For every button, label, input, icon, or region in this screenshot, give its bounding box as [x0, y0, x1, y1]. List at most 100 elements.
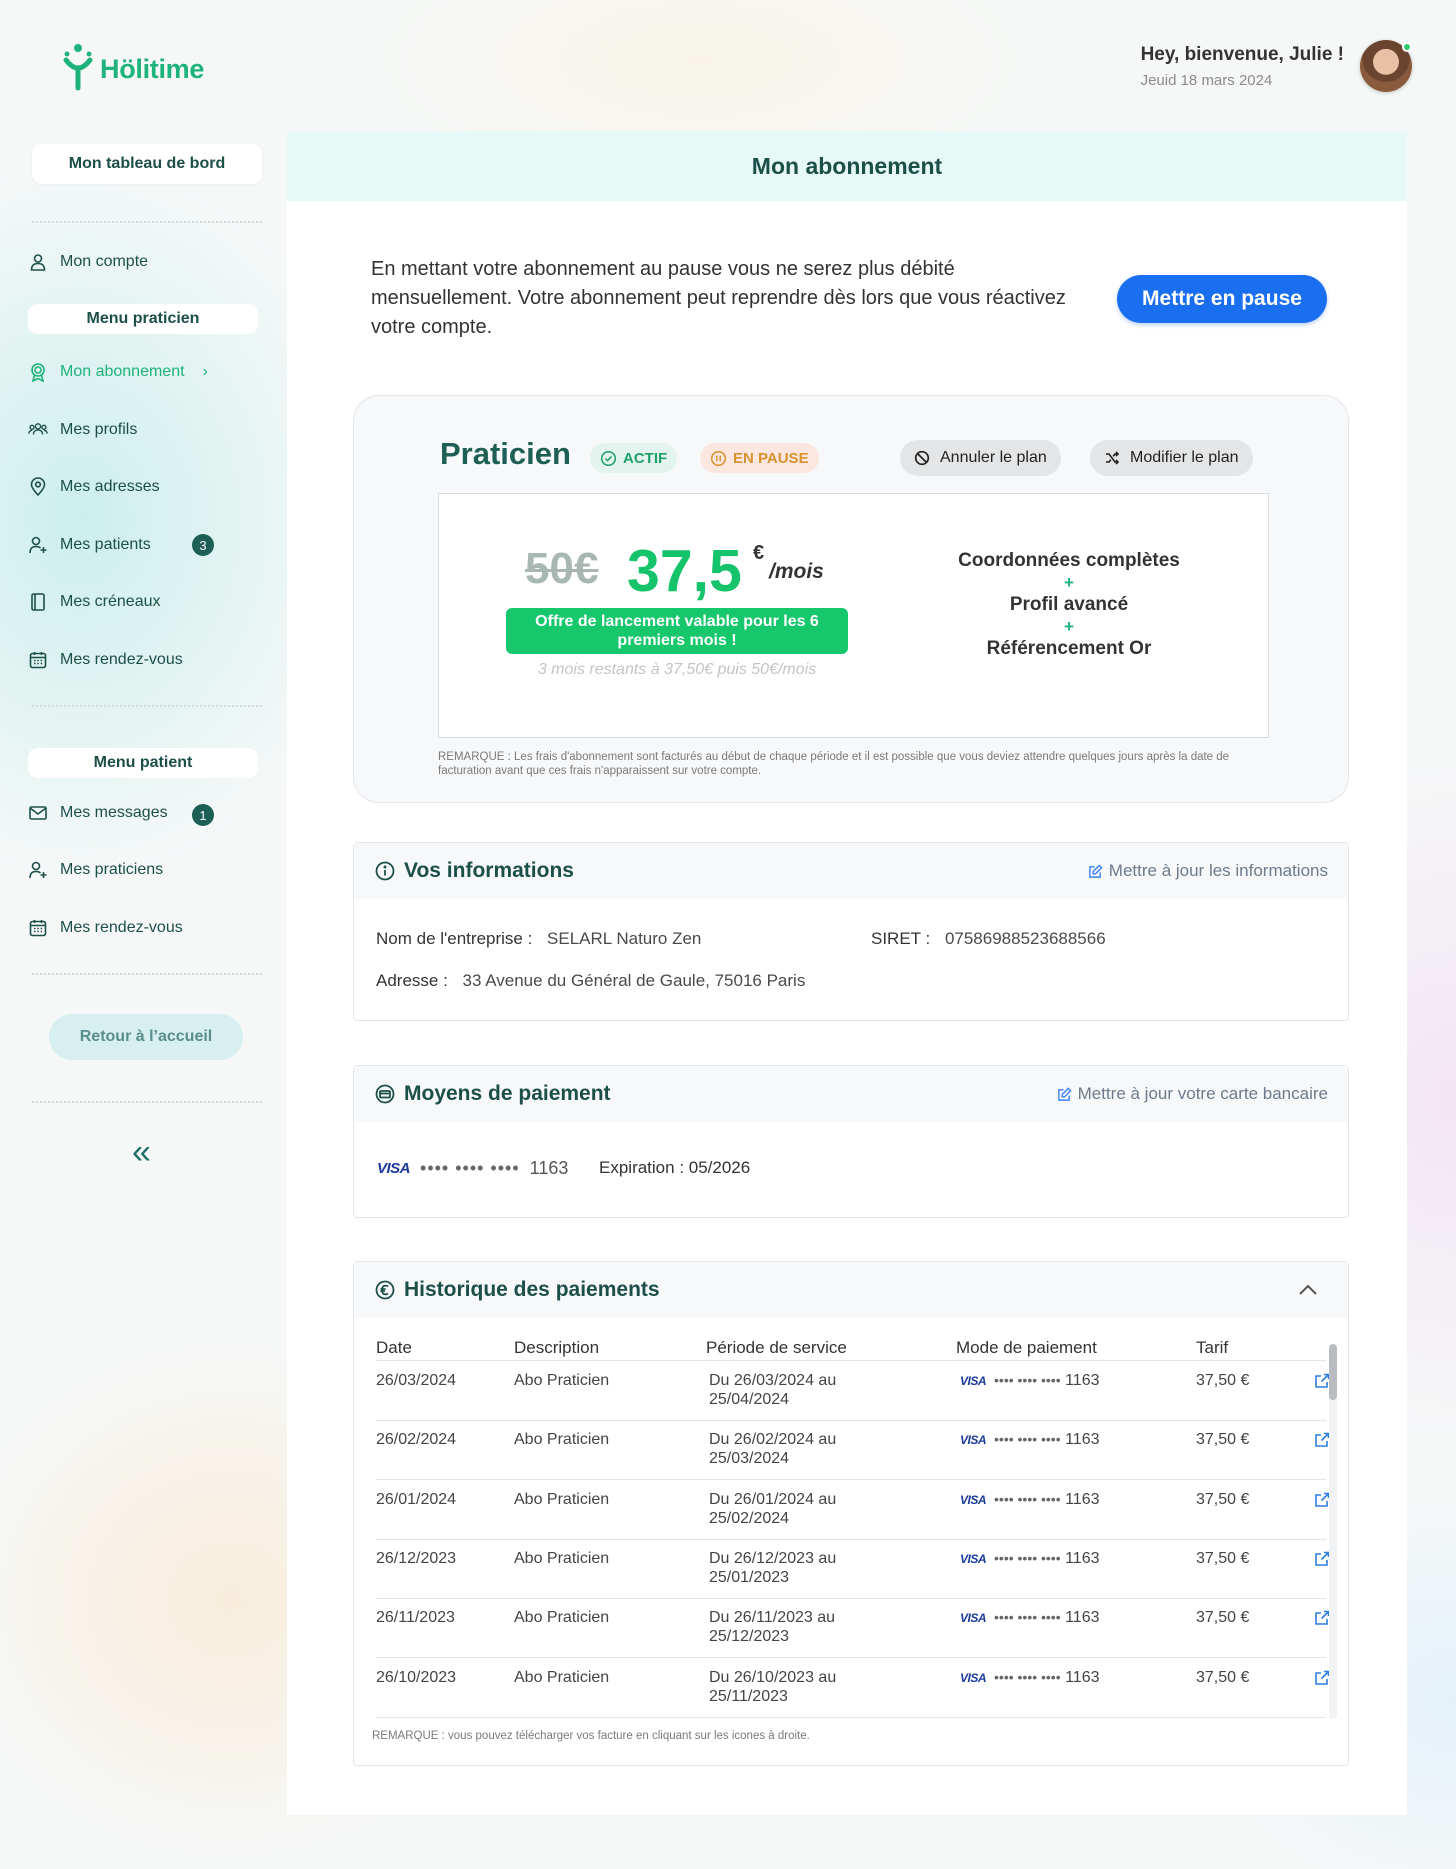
cell-period: Du 26/10/2023 au 25/11/2023 — [709, 1668, 837, 1705]
sidebar-item-profiles[interactable]: Mes profils — [28, 420, 248, 440]
current-date: Jeuid 18 mars 2024 — [1140, 71, 1273, 89]
address-row: Adresse : 33 Avenue du Général de Gaule,… — [376, 971, 805, 991]
back-home-button[interactable]: Retour à l’accueil — [49, 1014, 243, 1060]
cancel-plan-button[interactable]: Annuler le plan — [900, 440, 1061, 476]
saved-card: VISA •••• •••• •••• 1163 — [377, 1158, 568, 1179]
status-badge-active: ACTIF — [590, 443, 678, 473]
award-icon — [31, 363, 45, 382]
siret-row: SIRET : 07586988523688566 — [871, 929, 1106, 949]
calendar-icon — [29, 920, 47, 937]
sidebar-item-practitioners[interactable]: Mes praticiens — [28, 860, 248, 880]
scrollbar-track[interactable] — [1329, 1344, 1337, 1719]
column-header: Description — [514, 1338, 600, 1357]
plus-sign: + — [1064, 617, 1074, 636]
row-divider — [376, 1479, 1326, 1481]
row-divider — [376, 1657, 1326, 1659]
update-info-link[interactable]: Mettre à jour les informations — [1088, 861, 1328, 881]
cell-price: 37,50 € — [1196, 1609, 1250, 1627]
company-value: SELARL Naturo Zen — [547, 929, 702, 948]
column-header: Mode de paiement — [956, 1338, 1097, 1357]
card-expiration: Expiration : 05/2026 — [599, 1158, 751, 1177]
cell-price: 37,50 € — [1196, 1431, 1250, 1449]
user-plus-icon — [29, 536, 47, 554]
visa-logo: VISA — [377, 1160, 411, 1177]
cell-date: 26/01/2024 — [376, 1490, 457, 1508]
siret-value: 07586988523688566 — [944, 929, 1106, 948]
plus-sign: + — [1064, 573, 1074, 592]
history-section-header[interactable]: Historique des paiements — [354, 1262, 1348, 1318]
sidebar-item-patient-appointments[interactable]: Mes rendez-vous — [28, 918, 248, 938]
avatar[interactable] — [1360, 40, 1412, 92]
payment-section: Moyens de paiement Mettre à jour votre c… — [353, 1065, 1349, 1218]
old-price: 50€ — [525, 544, 599, 593]
sidebar-item-label: Mon compte — [60, 253, 149, 270]
sidebar-item-label: Mes messages — [60, 804, 168, 821]
payment-section-header: Moyens de paiement Mettre à jour votre c… — [354, 1066, 1348, 1122]
cell-period: Du 26/12/2023 au 25/01/2023 — [709, 1549, 837, 1586]
patient-menu-title: Menu patient — [28, 748, 258, 778]
feature-item: Coordonnées complètes — [958, 550, 1180, 571]
sidebar-divider — [32, 973, 262, 975]
column-header: Tarif — [1196, 1338, 1229, 1357]
visa-logo: VISA — [960, 1551, 987, 1566]
sidebar-divider — [32, 221, 262, 223]
map-pin-icon — [30, 477, 46, 497]
update-card-link[interactable]: Mettre à jour votre carte bancaire — [1057, 1084, 1328, 1104]
cell-period: Du 26/01/2024 au 25/02/2024 — [709, 1490, 837, 1527]
scrollbar-thumb[interactable] — [1329, 1344, 1337, 1400]
modify-plan-button[interactable]: Modifier le plan — [1090, 440, 1253, 476]
cell-payment-mode: VISA •••• •••• •••• 1163 — [960, 1609, 1100, 1627]
sidebar-item-patients[interactable]: Mes patients — [28, 535, 248, 555]
column-header: Période de service — [706, 1338, 847, 1357]
info-icon — [375, 861, 395, 881]
row-divider — [376, 1716, 1326, 1718]
cell-description: Abo Praticien — [514, 1431, 610, 1449]
cell-period: Du 26/03/2024 au 25/04/2024 — [709, 1372, 837, 1408]
section-title: Vos informations — [404, 859, 574, 882]
visa-logo: VISA — [960, 1374, 987, 1388]
sidebar-item-messages[interactable]: Mes messages — [28, 803, 248, 823]
cell-date: 26/12/2023 — [376, 1549, 457, 1567]
sidebar-item-subscription[interactable]: Mon abonnement › — [28, 362, 248, 382]
user-header: Hey, bienvenue, Julie ! Jeuid 18 mars 20… — [1141, 40, 1412, 92]
price-period: /mois — [769, 560, 824, 583]
sidebar-item-label: Mes profils — [60, 421, 138, 438]
sidebar-item-label: Mes créneaux — [60, 593, 161, 610]
row-divider — [376, 1597, 1326, 1599]
company-row: Nom de l'entreprise : SELARL Naturo Zen — [376, 929, 701, 949]
sidebar-item-label: Mes patients — [60, 536, 151, 553]
cell-description: Abo Praticien — [514, 1609, 610, 1627]
user-greeting: Hey, bienvenue, Julie ! — [1140, 43, 1344, 65]
dashboard-button[interactable]: Mon tableau de bord — [32, 144, 262, 184]
cell-payment-mode: VISA •••• •••• •••• 1163 — [960, 1668, 1100, 1686]
cell-description: Abo Praticien — [514, 1372, 610, 1389]
practitioner-menu-title: Menu praticien — [28, 304, 258, 334]
pause-circle-icon — [710, 450, 727, 466]
sidebar-item-account[interactable]: Mon compte — [28, 252, 248, 272]
brand-name: Hölitime — [100, 53, 205, 84]
row-divider — [376, 1420, 1326, 1421]
cell-period: Du 26/11/2023 au 25/12/2023 — [709, 1609, 836, 1646]
user-icon — [30, 254, 46, 271]
plan-features: Coordonnées complètes + Profil avancé + … — [939, 548, 1199, 662]
chevron-right-icon: › — [202, 363, 208, 380]
launch-offer-banner: Offre de lancement valable pour les 6 pr… — [506, 608, 848, 654]
price-box: 50€ 37,5 € /mois Offre de lancement vala… — [438, 493, 1269, 738]
history-note: REMARQUE : vous pouvez télécharger vos f… — [372, 1730, 810, 1742]
double-chevron-left-icon[interactable]: « — [132, 1135, 151, 1169]
sidebar-item-label: Mon abonnement — [60, 363, 185, 380]
visa-logo: VISA — [960, 1433, 987, 1448]
visa-logo: VISA — [960, 1492, 987, 1507]
page-title: Mon abonnement — [287, 131, 1407, 201]
sidebar-item-slots[interactable]: Mes créneaux — [28, 592, 248, 612]
logo[interactable]: Hölitime — [62, 42, 204, 92]
sidebar-divider — [32, 1101, 262, 1103]
sidebar-item-addresses[interactable]: Mes adresses — [28, 477, 248, 497]
cell-price: 37,50 € — [1196, 1490, 1250, 1508]
chevron-up-icon[interactable] — [1296, 1278, 1320, 1302]
plan-name: Praticien — [440, 436, 571, 471]
company-label: Nom de l'entreprise : — [376, 929, 533, 948]
sidebar-item-appointments[interactable]: Mes rendez-vous — [28, 650, 248, 670]
cell-payment-mode: VISA •••• •••• •••• 1163 — [960, 1490, 1100, 1508]
pause-button[interactable]: Mettre en pause — [1117, 275, 1327, 323]
